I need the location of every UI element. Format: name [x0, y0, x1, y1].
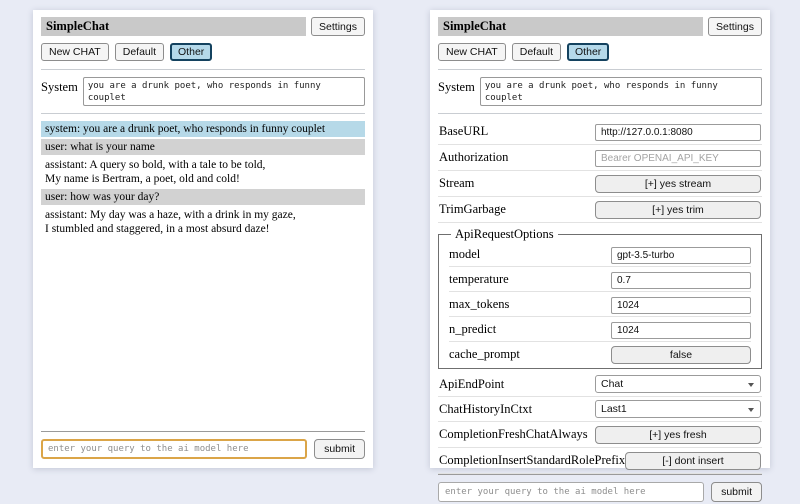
model-input[interactable] — [611, 247, 751, 264]
stream-label: Stream — [439, 176, 474, 191]
n-predict-label: n_predict — [449, 322, 496, 337]
divider — [41, 69, 365, 70]
system-label: System — [438, 77, 475, 95]
authorization-input[interactable] — [595, 150, 761, 167]
simplechat-window-settings: SimpleChat Settings New CHAT Default Oth… — [430, 10, 770, 468]
query-footer: submit — [41, 431, 365, 461]
system-prompt-textarea[interactable]: you are a drunk poet, who responds in fu… — [83, 77, 365, 106]
setting-row-temperature: temperature — [449, 267, 751, 292]
api-request-options-legend: ApiRequestOptions — [451, 227, 558, 242]
setting-row-api-endpoint: ApiEndPoint Chat — [438, 372, 762, 397]
query-footer: submit — [438, 474, 762, 504]
settings-button[interactable]: Settings — [708, 17, 762, 36]
chat-message-assistant: assistant: My day was a haze, with a dri… — [41, 207, 365, 237]
system-prompt-textarea[interactable]: you are a drunk poet, who responds in fu… — [480, 77, 762, 106]
completion-insert-role-prefix-label: CompletionInsertStandardRolePrefix — [439, 453, 625, 468]
chevron-down-icon — [748, 383, 754, 387]
page: SimpleChat Settings New CHAT Default Oth… — [0, 0, 800, 480]
simplechat-window-chat: SimpleChat Settings New CHAT Default Oth… — [33, 10, 373, 468]
divider — [438, 69, 762, 70]
setting-row-n-predict: n_predict — [449, 317, 751, 342]
session-tab-other[interactable]: Other — [567, 43, 609, 61]
api-endpoint-label: ApiEndPoint — [439, 377, 504, 392]
max-tokens-input[interactable] — [611, 297, 751, 314]
api-endpoint-selected-value: Chat — [601, 378, 623, 390]
submit-button[interactable]: submit — [314, 439, 365, 459]
settings-list: BaseURL Authorization Stream [+] yes str… — [438, 119, 762, 474]
session-tab-other[interactable]: Other — [170, 43, 212, 61]
query-input[interactable] — [438, 482, 704, 502]
api-endpoint-select[interactable]: Chat — [595, 375, 761, 393]
chevron-down-icon — [748, 408, 754, 412]
system-prompt-row: System you are a drunk poet, who respond… — [438, 77, 762, 106]
title-bar: SimpleChat Settings — [41, 17, 365, 36]
model-label: model — [449, 247, 480, 262]
temperature-label: temperature — [449, 272, 509, 287]
system-label: System — [41, 77, 78, 95]
setting-row-stream: Stream [+] yes stream — [438, 171, 762, 197]
completion-fresh-chat-label: CompletionFreshChatAlways — [439, 427, 588, 442]
authorization-label: Authorization — [439, 150, 508, 165]
divider — [41, 431, 365, 432]
chat-history-in-ctxt-select[interactable]: Last1 — [595, 400, 761, 418]
query-input[interactable] — [41, 439, 307, 459]
query-row: submit — [438, 482, 762, 504]
baseurl-label: BaseURL — [439, 124, 488, 139]
query-row: submit — [41, 439, 365, 461]
system-prompt-row: System you are a drunk poet, who respond… — [41, 77, 365, 106]
app-title: SimpleChat — [438, 17, 703, 36]
setting-row-completion-fresh-chat: CompletionFreshChatAlways [+] yes fresh — [438, 422, 762, 448]
setting-row-model: model — [449, 242, 751, 267]
chat-message-assistant: assistant: A query so bold, with a tale … — [41, 157, 365, 187]
setting-row-cache-prompt: cache_prompt false — [449, 342, 751, 366]
temperature-input[interactable] — [611, 272, 751, 289]
stream-toggle-button[interactable]: [+] yes stream — [595, 175, 761, 193]
app-title: SimpleChat — [41, 17, 306, 36]
divider — [41, 113, 365, 114]
setting-row-completion-insert-role-prefix: CompletionInsertStandardRolePrefix [-] d… — [438, 448, 762, 474]
trimgarbage-label: TrimGarbage — [439, 202, 506, 217]
setting-row-chat-history-in-ctxt: ChatHistoryInCtxt Last1 — [438, 397, 762, 422]
new-chat-button[interactable]: New CHAT — [438, 43, 506, 61]
divider — [438, 474, 762, 475]
max-tokens-label: max_tokens — [449, 297, 509, 312]
setting-row-trimgarbage: TrimGarbage [+] yes trim — [438, 197, 762, 223]
completion-insert-role-prefix-toggle-button[interactable]: [-] dont insert — [625, 452, 761, 470]
submit-button[interactable]: submit — [711, 482, 762, 502]
cache-prompt-label: cache_prompt — [449, 347, 520, 362]
chat-message-user: user: what is your name — [41, 139, 365, 155]
new-chat-button[interactable]: New CHAT — [41, 43, 109, 61]
session-tab-default[interactable]: Default — [115, 43, 164, 61]
chat-history: system: you are a drunk poet, who respon… — [41, 121, 365, 431]
api-request-options-fieldset: ApiRequestOptions model temperature max_… — [438, 227, 762, 369]
session-toolbar: New CHAT Default Other — [41, 43, 365, 61]
baseurl-input[interactable] — [595, 124, 761, 141]
settings-button[interactable]: Settings — [311, 17, 365, 36]
session-tab-default[interactable]: Default — [512, 43, 561, 61]
setting-row-max-tokens: max_tokens — [449, 292, 751, 317]
setting-row-baseurl: BaseURL — [438, 119, 762, 145]
title-bar: SimpleChat Settings — [438, 17, 762, 36]
session-toolbar: New CHAT Default Other — [438, 43, 762, 61]
chat-history-in-ctxt-label: ChatHistoryInCtxt — [439, 402, 532, 417]
chat-history-selected-value: Last1 — [601, 403, 627, 415]
cache-prompt-toggle-button[interactable]: false — [611, 346, 751, 364]
trimgarbage-toggle-button[interactable]: [+] yes trim — [595, 201, 761, 219]
chat-message-user: user: how was your day? — [41, 189, 365, 205]
n-predict-input[interactable] — [611, 322, 751, 339]
setting-row-authorization: Authorization — [438, 145, 762, 171]
chat-message-system: system: you are a drunk poet, who respon… — [41, 121, 365, 137]
divider — [438, 113, 762, 114]
completion-fresh-chat-toggle-button[interactable]: [+] yes fresh — [595, 426, 761, 444]
